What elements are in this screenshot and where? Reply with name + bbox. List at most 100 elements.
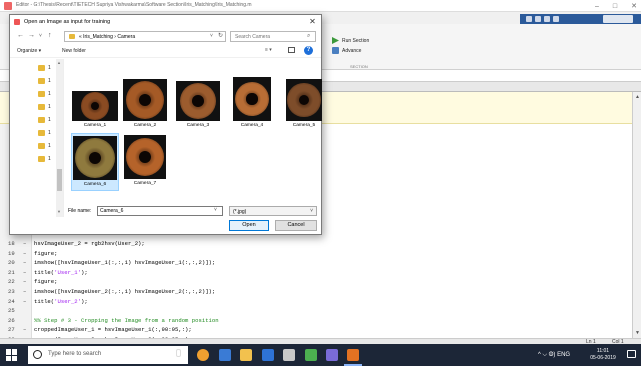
code-line[interactable]: 20 – imshow([hsvImageUser_1(:,:,1) hsvImag… [8,259,215,267]
scroll-up-icon[interactable]: ▲ [635,94,640,100]
back-arrow-icon[interactable]: ← [17,31,24,41]
file-item[interactable]: Camera_2 [121,75,169,133]
breakpoint-marker[interactable]: – [23,259,34,266]
code-line[interactable]: 21 – title('User_1'); [8,269,88,277]
help-icon[interactable] [553,16,559,22]
navigation-scrollbar[interactable]: ▲ ▼ [56,59,63,217]
editor-scrollbar[interactable]: ▲ ▼ [632,92,641,338]
breakpoint-marker[interactable]: – [23,326,34,333]
run-section-button[interactable]: Run Section [332,37,369,44]
notepad-icon[interactable] [305,349,317,361]
line-number: 22 [8,278,15,286]
file-item[interactable]: Camera_1 [71,75,119,133]
navigation-folder-item[interactable]: 1 [38,143,51,149]
documentation-search[interactable] [603,15,633,23]
code-line[interactable]: 18 – hsvImageUser_2 = rgb2hsv(User_2); [8,240,145,248]
file-explorer-icon[interactable] [240,349,252,361]
run-section-label: Run Section [342,37,370,44]
help-button[interactable]: ? [304,46,313,55]
matlab-taskbar-icon[interactable] [344,349,362,366]
settings-icon[interactable] [326,349,338,361]
code-text: figure; [34,278,58,286]
file-name-label: Camera_4 [240,123,264,128]
dialog-close-button[interactable]: ✕ [306,16,319,28]
scroll-thumb[interactable] [57,169,62,191]
file-item[interactable]: Camera_5 [280,75,328,133]
organize-button[interactable]: Organize ▾ [17,48,41,54]
search-input[interactable] [235,33,303,41]
navigation-folder-item[interactable]: 1 [38,117,51,123]
address-dropdown-icon[interactable]: ˅ [210,33,213,39]
file-item[interactable]: Camera_6 [71,133,119,191]
scroll-down-icon[interactable]: ▼ [635,330,640,336]
breakpoint-marker[interactable]: – [23,269,34,276]
code-line[interactable]: 26 %% Step # 3 - Cropping the Image from … [8,317,219,325]
redo-icon[interactable] [544,16,550,22]
navigation-folder-item[interactable]: 1 [38,78,51,84]
open-button[interactable]: Open [229,220,269,231]
line-number: 20 [8,259,15,267]
breakpoint-marker[interactable]: – [23,240,34,247]
filename-dropdown-icon[interactable]: ˅ [214,207,217,213]
system-tray[interactable]: ^ ⌵ ◍) ENG [538,344,570,366]
file-item[interactable]: Camera_7 [121,133,169,191]
new-folder-button[interactable]: New folder [62,48,86,54]
navigation-folder-item[interactable]: 1 [38,130,51,136]
start-button[interactable] [6,349,18,361]
refresh-icon[interactable]: ↻ [218,32,223,39]
save-icon[interactable] [526,16,532,22]
code-text: hsvImageUser_2 = rgb2hsv(User_2); [34,240,145,247]
minimize-icon[interactable]: – [595,3,599,10]
navigation-folder-item[interactable]: 1 [38,91,51,97]
clock[interactable]: 11:01 05-06-2019 [588,348,618,362]
preview-pane-icon[interactable] [288,47,295,53]
folder-icon [38,156,45,162]
close-window-icon[interactable]: ✕ [631,2,637,10]
file-item[interactable]: Camera_3 [174,75,222,133]
address-bar[interactable]: « Iris_Matching › Camera ˅ ↻ [64,31,226,42]
notification-icon[interactable] [627,350,636,358]
code-line[interactable]: 27 – croppedImageUser_1 = hsvImageUser_1(:… [8,326,192,334]
filename-input[interactable] [97,206,223,216]
mail-icon[interactable] [262,349,274,361]
breakpoint-marker[interactable]: – [23,250,34,257]
edge-icon[interactable] [219,349,231,361]
file-item[interactable]: Camera_4 [228,75,276,133]
undo-icon[interactable] [535,16,541,22]
forward-arrow-icon[interactable]: → [28,31,35,41]
code-text: ); [81,268,88,276]
navigation-folder-item[interactable]: 1 [38,156,51,162]
breakpoint-marker[interactable]: – [23,298,34,305]
navigation-folder-item[interactable]: 1 [38,104,51,110]
open-file-dialog: Open an Image as input for training ✕ ← … [9,14,322,235]
window-controls: – □ ✕ [595,0,637,12]
code-line[interactable]: 23 – imshow([hsvImageUser_2(:,:,1) hsvImag… [8,288,215,296]
code-line[interactable]: 24 – title('User_2'); [8,298,88,306]
code-line[interactable]: 22 – figure; [8,278,58,286]
code-line[interactable]: 19 – figure; [8,250,58,258]
filename-label: File name: [68,208,92,214]
address-path[interactable]: « Iris_Matching › Camera [79,34,135,40]
search-box[interactable]: ⌕ [230,31,316,42]
scroll-up-icon[interactable]: ▲ [57,60,61,65]
maximize-icon[interactable]: □ [613,3,617,10]
code-line[interactable]: 25 [8,307,34,315]
taskbar-search-box[interactable]: Type here to search [28,346,188,364]
cancel-button[interactable]: Cancel [275,220,317,231]
windows-logo-icon [6,349,11,355]
microphone-icon[interactable] [176,349,181,357]
chrome-icon[interactable] [197,349,209,361]
code-text: figure; [34,249,58,257]
breakpoint-marker[interactable]: – [23,288,34,295]
breakpoint-marker[interactable]: – [23,278,34,285]
line-number: 25 [8,307,15,315]
advance-button[interactable]: Advance [332,47,361,54]
file-type-select[interactable]: (*.jpg) ˅ [229,206,317,216]
recent-locations-icon[interactable]: ˅ [39,31,42,41]
scroll-down-icon[interactable]: ▼ [57,209,61,214]
navigation-folder-item[interactable]: 1 [38,65,51,71]
up-arrow-icon[interactable]: ↑ [48,31,52,41]
change-view-icon[interactable]: ≡ ▾ [265,47,273,54]
media-player-icon[interactable] [283,349,295,361]
clock-time: 11:01 [596,348,610,354]
